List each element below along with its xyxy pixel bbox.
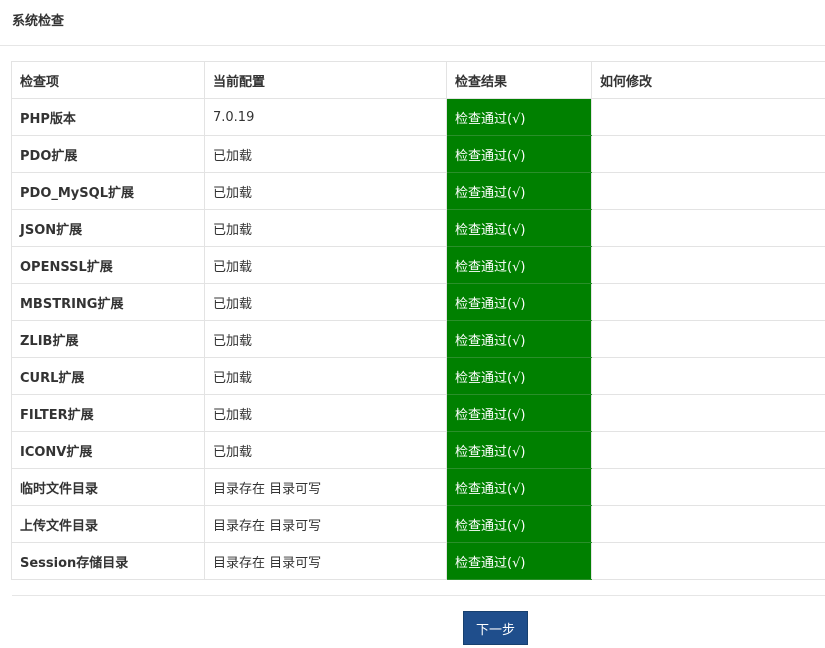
header-how-to-fix: 如何修改	[591, 61, 825, 99]
current-config-cell: 已加载	[204, 320, 447, 358]
check-result-cell: 检查通过(√)	[446, 246, 592, 284]
check-result-cell: 检查通过(√)	[446, 431, 592, 469]
header-current-config: 当前配置	[204, 61, 447, 99]
table-row: CURL扩展 已加载 检查通过(√)	[11, 357, 825, 395]
check-result-cell: 检查通过(√)	[446, 394, 592, 432]
check-item-cell: PDO_MySQL扩展	[11, 172, 205, 210]
how-to-fix-cell	[591, 98, 825, 136]
check-result-cell: 检查通过(√)	[446, 98, 592, 136]
check-item-cell: ZLIB扩展	[11, 320, 205, 358]
check-item-cell: JSON扩展	[11, 209, 205, 247]
check-item-cell: ICONV扩展	[11, 431, 205, 469]
current-config-cell: 已加载	[204, 394, 447, 432]
current-config-cell: 已加载	[204, 172, 447, 210]
check-item-cell: MBSTRING扩展	[11, 283, 205, 321]
check-result-cell: 检查通过(√)	[446, 357, 592, 395]
current-config-cell: 已加载	[204, 246, 447, 284]
system-check-page: 系统检查 检查项 当前配置 检查结果 如何修改 PHP版本 7.0.19 检查通过(…	[0, 0, 825, 648]
table-row: PDO_MySQL扩展 已加载 检查通过(√)	[11, 172, 825, 210]
check-item-cell: PDO扩展	[11, 135, 205, 173]
check-item-cell: OPENSSL扩展	[11, 246, 205, 284]
how-to-fix-cell	[591, 172, 825, 210]
how-to-fix-cell	[591, 357, 825, 395]
table-row: JSON扩展 已加载 检查通过(√)	[11, 209, 825, 247]
header-check-item: 检查项	[11, 61, 205, 99]
panel-title: 系统检查	[12, 14, 65, 29]
current-config-cell: 已加载	[204, 135, 447, 173]
current-config-cell: 已加载	[204, 357, 447, 395]
table-row: ICONV扩展 已加载 检查通过(√)	[11, 431, 825, 469]
current-config-cell: 已加载	[204, 209, 447, 247]
how-to-fix-cell	[591, 246, 825, 284]
check-item-cell: 临时文件目录	[11, 468, 205, 506]
table-row: PHP版本 7.0.19 检查通过(√)	[11, 98, 825, 136]
current-config-cell: 目录存在 目录可写	[204, 542, 447, 580]
how-to-fix-cell	[591, 394, 825, 432]
how-to-fix-cell	[591, 431, 825, 469]
check-result-cell: 检查通过(√)	[446, 135, 592, 173]
how-to-fix-cell	[591, 505, 825, 543]
header-check-result: 检查结果	[446, 61, 592, 99]
table-row: 上传文件目录 目录存在 目录可写 检查通过(√)	[11, 505, 825, 543]
check-result-cell: 检查通过(√)	[446, 209, 592, 247]
how-to-fix-cell	[591, 209, 825, 247]
table-row: FILTER扩展 已加载 检查通过(√)	[11, 394, 825, 432]
current-config-cell: 目录存在 目录可写	[204, 468, 447, 506]
current-config-cell: 已加载	[204, 431, 447, 469]
how-to-fix-cell	[591, 468, 825, 506]
table-row: OPENSSL扩展 已加载 检查通过(√)	[11, 246, 825, 284]
table-row: 临时文件目录 目录存在 目录可写 检查通过(√)	[11, 468, 825, 506]
current-config-cell: 目录存在 目录可写	[204, 505, 447, 543]
check-result-cell: 检查通过(√)	[446, 320, 592, 358]
table-body: PHP版本 7.0.19 检查通过(√) PDO扩展 已加载 检查通过(√) PDO_MyS…	[11, 98, 825, 580]
how-to-fix-cell	[591, 283, 825, 321]
table-row: ZLIB扩展 已加载 检查通过(√)	[11, 320, 825, 358]
next-step-button[interactable]: 下一步	[463, 611, 528, 645]
check-result-cell: 检查通过(√)	[446, 283, 592, 321]
system-check-table: 检查项 当前配置 检查结果 如何修改 PHP版本 7.0.19 检查通过(√) PDO…	[11, 61, 825, 580]
check-item-cell: 上传文件目录	[11, 505, 205, 543]
check-result-cell: 检查通过(√)	[446, 505, 592, 543]
check-result-cell: 检查通过(√)	[446, 468, 592, 506]
how-to-fix-cell	[591, 135, 825, 173]
table-row: MBSTRING扩展 已加载 检查通过(√)	[11, 283, 825, 321]
check-item-cell: CURL扩展	[11, 357, 205, 395]
title-divider	[0, 45, 825, 46]
check-item-cell: Session存储目录	[11, 542, 205, 580]
check-item-cell: PHP版本	[11, 98, 205, 136]
how-to-fix-cell	[591, 542, 825, 580]
current-config-cell: 已加载	[204, 283, 447, 321]
table-header-row: 检查项 当前配置 检查结果 如何修改	[11, 61, 825, 99]
how-to-fix-cell	[591, 320, 825, 358]
table-row: Session存储目录 目录存在 目录可写 检查通过(√)	[11, 542, 825, 580]
current-config-cell: 7.0.19	[204, 98, 447, 136]
footer-divider	[12, 595, 825, 596]
check-result-cell: 检查通过(√)	[446, 542, 592, 580]
check-item-cell: FILTER扩展	[11, 394, 205, 432]
check-result-cell: 检查通过(√)	[446, 172, 592, 210]
table-row: PDO扩展 已加载 检查通过(√)	[11, 135, 825, 173]
